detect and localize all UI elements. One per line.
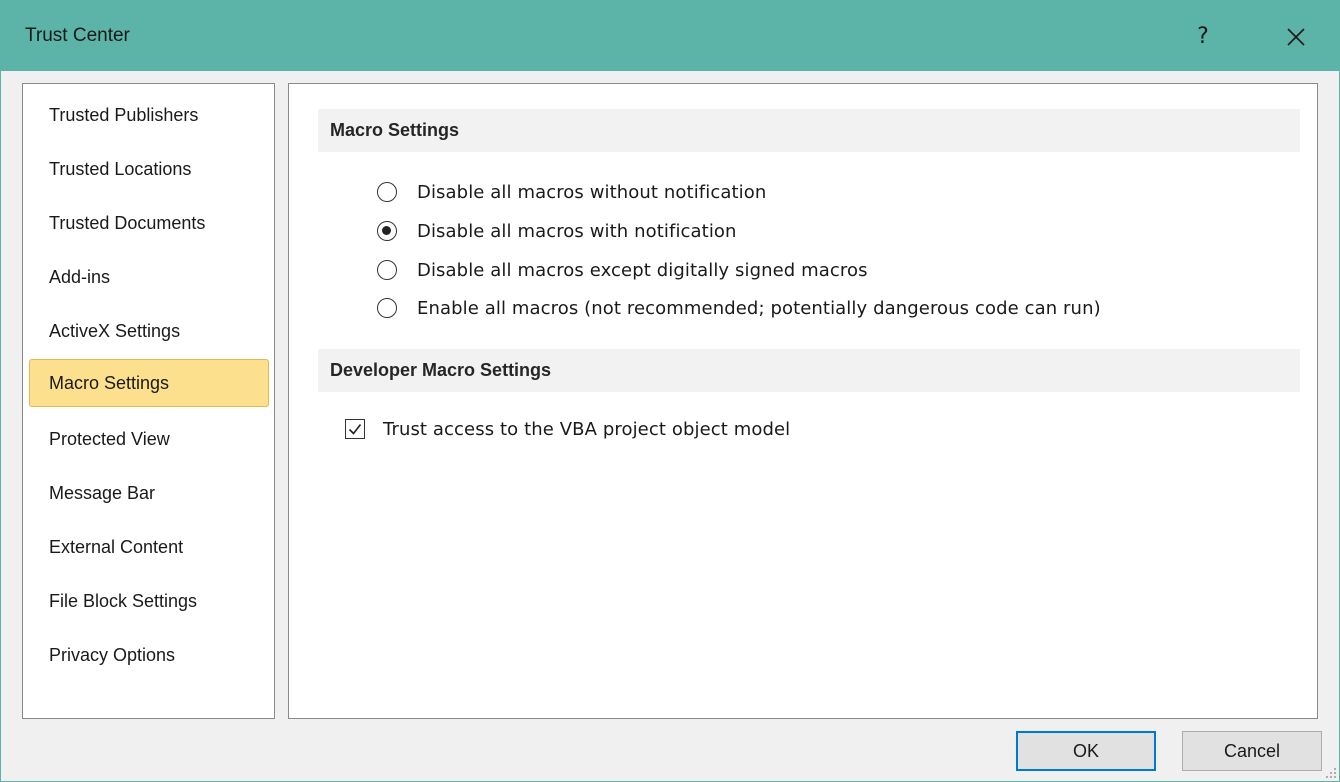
category-list: Trusted Publishers Trusted Locations Tru…: [22, 83, 275, 719]
help-button[interactable]: ?: [1181, 15, 1225, 59]
sidebar-item-trusted-documents[interactable]: Trusted Documents: [29, 201, 269, 245]
radio-button[interactable]: [377, 298, 397, 318]
trust-vba-checkbox[interactable]: [345, 419, 365, 439]
radio-option-enable-all[interactable]: Enable all macros (not recommended; pote…: [377, 293, 1101, 323]
radio-option-disable-no-notification[interactable]: Disable all macros without notification: [377, 177, 766, 207]
developer-settings-header: Developer Macro Settings: [318, 349, 1300, 392]
radio-label: Disable all macros with notification: [417, 220, 737, 242]
radio-option-disable-with-notification[interactable]: Disable all macros with notification: [377, 216, 737, 246]
sidebar-item-trusted-locations[interactable]: Trusted Locations: [29, 147, 269, 191]
close-icon: [1287, 28, 1305, 46]
sidebar-item-add-ins[interactable]: Add-ins: [29, 255, 269, 299]
trust-vba-option[interactable]: Trust access to the VBA project object m…: [345, 414, 790, 444]
title-bar[interactable]: Trust Center ?: [1, 1, 1340, 71]
sidebar-item-privacy-options[interactable]: Privacy Options: [29, 633, 269, 677]
radio-label: Disable all macros except digitally sign…: [417, 259, 868, 281]
trust-vba-label: Trust access to the VBA project object m…: [383, 418, 791, 440]
window-title: Trust Center: [25, 25, 130, 46]
radio-button[interactable]: [377, 260, 397, 280]
settings-panel: Macro Settings Disable all macros withou…: [288, 83, 1318, 719]
sidebar-item-activex-settings[interactable]: ActiveX Settings: [29, 309, 269, 353]
macro-settings-header: Macro Settings: [318, 109, 1300, 152]
radio-label: Disable all macros without notification: [417, 181, 767, 203]
radio-button[interactable]: [377, 182, 397, 202]
cancel-button[interactable]: Cancel: [1182, 731, 1322, 771]
sidebar-item-macro-settings[interactable]: Macro Settings: [29, 359, 269, 407]
sidebar-item-external-content[interactable]: External Content: [29, 525, 269, 569]
sidebar-item-trusted-publishers[interactable]: Trusted Publishers: [29, 93, 269, 137]
sidebar-item-file-block-settings[interactable]: File Block Settings: [29, 579, 269, 623]
trust-center-dialog: Trust Center ? Trusted Publishers Truste…: [0, 0, 1340, 782]
close-button[interactable]: [1271, 15, 1321, 59]
radio-label: Enable all macros (not recommended; pote…: [417, 297, 1101, 319]
checkmark-icon: [348, 424, 362, 435]
sidebar-item-protected-view[interactable]: Protected View: [29, 417, 269, 461]
ok-button[interactable]: OK: [1016, 731, 1156, 771]
radio-button-selected[interactable]: [377, 221, 397, 241]
sidebar-item-message-bar[interactable]: Message Bar: [29, 471, 269, 515]
radio-option-disable-except-signed[interactable]: Disable all macros except digitally sign…: [377, 255, 868, 285]
resize-grip-icon[interactable]: [1323, 765, 1337, 779]
